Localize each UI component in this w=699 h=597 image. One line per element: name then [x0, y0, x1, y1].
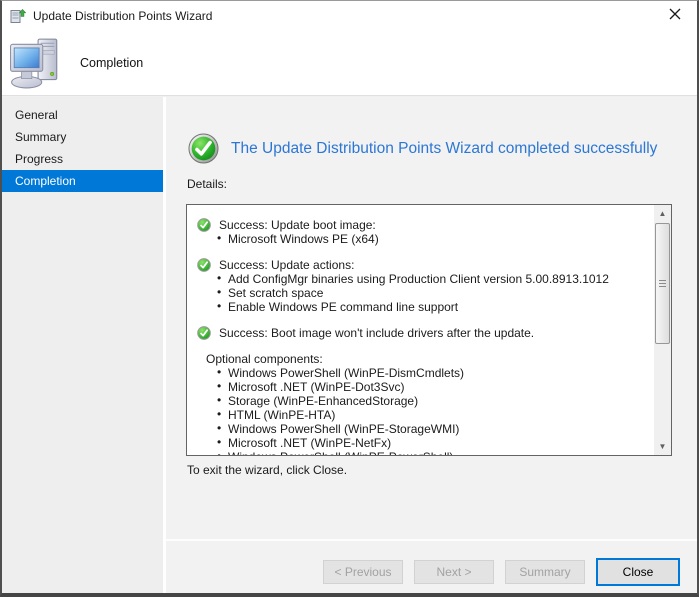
- details-line-text: Microsoft Windows PE (x64): [228, 232, 379, 246]
- wizard-body: General Summary Progress Completion The …: [2, 97, 697, 593]
- details-line-text: Microsoft .NET (WinPE-NetFx): [228, 436, 392, 450]
- bullet-icon: •: [217, 421, 222, 435]
- details-line-text: HTML (WinPE-HTA): [228, 408, 336, 422]
- details-line-text: Storage (WinPE-EnhancedStorage): [228, 394, 419, 408]
- bullet-icon: •: [217, 407, 222, 421]
- title-bar: Update Distribution Points Wizard: [2, 1, 697, 31]
- details-spacer: [187, 246, 654, 258]
- wizard-window: Update Distribution Points Wizard Comple…: [0, 0, 699, 597]
- scroll-down-icon[interactable]: ▼: [654, 438, 671, 455]
- scrollbar-vertical[interactable]: ▲ ▼: [654, 205, 671, 455]
- bullet-icon: •: [217, 299, 222, 313]
- window-title: Update Distribution Points Wizard: [33, 9, 213, 23]
- sidebar-item-progress[interactable]: Progress: [2, 148, 163, 170]
- sidebar-item-general[interactable]: General: [2, 104, 163, 126]
- details-line: • Windows PowerShell (WinPE-DismCmdlets): [187, 365, 654, 380]
- exit-hint: To exit the wizard, click Close.: [187, 463, 348, 477]
- details-line: • Microsoft .NET (WinPE-Dot3Svc): [187, 379, 654, 394]
- details-line-text: Windows PowerShell (WinPE-PowerShell): [228, 450, 453, 455]
- bullet-icon: •: [217, 271, 222, 285]
- details-line: Success: Update boot image:: [187, 218, 654, 232]
- bullet-icon: •: [217, 393, 222, 407]
- details-line-text: Microsoft .NET (WinPE-Dot3Svc): [228, 380, 405, 394]
- bullet-icon: •: [217, 231, 222, 245]
- success-check-icon: [188, 133, 219, 164]
- details-line: • Enable Windows PE command line support: [187, 299, 654, 314]
- success-check-icon: [197, 326, 211, 340]
- details-line: Success: Boot image won't include driver…: [187, 326, 654, 340]
- details-label: Details:: [187, 177, 228, 191]
- details-line: Optional components:: [206, 352, 323, 366]
- details-line-text: Set scratch space: [228, 286, 324, 300]
- details-line-text: Windows PowerShell (WinPE-StorageWMI): [228, 422, 460, 436]
- details-line: • Microsoft .NET (WinPE-NetFx): [187, 435, 654, 450]
- details-line-text: Success: Boot image won't include driver…: [219, 326, 535, 340]
- details-line-text: Add ConfigMgr binaries using Production …: [228, 272, 609, 286]
- details-line: • Storage (WinPE-EnhancedStorage): [187, 393, 654, 408]
- details-line: • Add ConfigMgr binaries using Production…: [187, 271, 654, 286]
- close-icon: [668, 7, 682, 24]
- update-distribution-wizard-icon: [10, 8, 27, 24]
- success-banner: The Update Distribution Points Wizard co…: [188, 133, 657, 164]
- step-title: Completion: [80, 56, 144, 70]
- sidebar-item-completion[interactable]: Completion: [2, 170, 163, 192]
- content-panel: The Update Distribution Points Wizard co…: [166, 97, 697, 593]
- wizard-header: Completion: [2, 31, 697, 96]
- details-line: • Windows PowerShell (WinPE-PowerShell): [187, 449, 654, 455]
- bullet-icon: •: [217, 435, 222, 449]
- bullet-icon: •: [217, 449, 221, 455]
- close-button[interactable]: Close: [596, 558, 680, 586]
- scroll-thumb[interactable]: [655, 223, 670, 344]
- footer-separator: [166, 539, 697, 541]
- summary-button[interactable]: Summary: [505, 560, 585, 584]
- bullet-icon: •: [217, 379, 222, 393]
- sidebar-nav: General Summary Progress Completion: [2, 97, 163, 593]
- previous-button[interactable]: < Previous: [323, 560, 403, 584]
- completion-heading: The Update Distribution Points Wizard co…: [231, 139, 658, 157]
- details-spacer: [187, 314, 654, 326]
- bullet-icon: •: [217, 285, 222, 299]
- details-box: Success: Update boot image: • Microsoft Wi…: [186, 204, 672, 456]
- bullet-icon: •: [217, 365, 222, 379]
- sidebar-item-summary[interactable]: Summary: [2, 126, 163, 148]
- success-check-icon: [197, 218, 211, 232]
- next-button[interactable]: Next >: [414, 560, 494, 584]
- details-list: Success: Update boot image: • Microsoft Wi…: [187, 205, 654, 455]
- button-bar: < Previous Next > Summary Close: [323, 558, 680, 586]
- success-check-icon: [197, 258, 211, 272]
- details-line: • Windows PowerShell (WinPE-StorageWMI): [187, 421, 654, 436]
- close-button[interactable]: [652, 1, 697, 30]
- details-line-text: Success: Update actions:: [219, 258, 355, 272]
- details-line-text: Windows PowerShell (WinPE-DismCmdlets): [228, 366, 465, 380]
- details-line: • Set scratch space: [187, 285, 654, 300]
- details-spacer: [187, 340, 654, 352]
- details-line: • Microsoft Windows PE (x64): [187, 231, 654, 246]
- details-line: • HTML (WinPE-HTA): [187, 407, 654, 422]
- scroll-up-icon[interactable]: ▲: [654, 205, 671, 222]
- computer-icon: [9, 36, 63, 90]
- details-line-text: Success: Update boot image:: [219, 218, 376, 232]
- details-line: Success: Update actions:: [187, 258, 654, 272]
- details-line-text: Enable Windows PE command line support: [228, 300, 459, 314]
